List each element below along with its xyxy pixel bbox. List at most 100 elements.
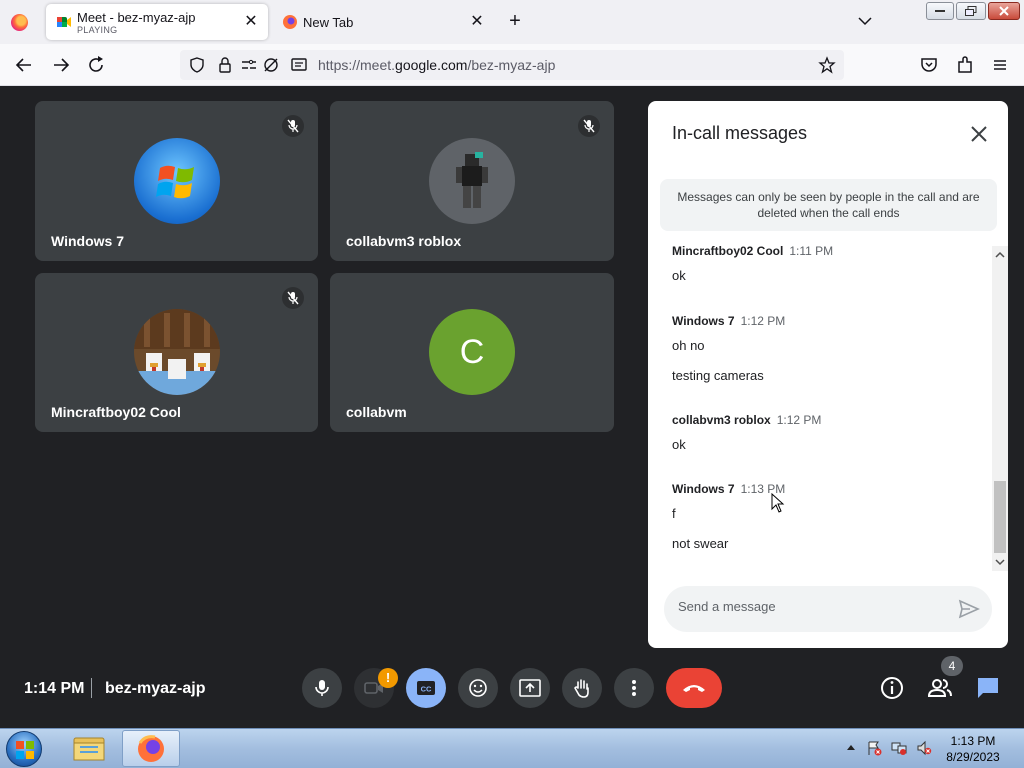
closed-captions-icon: CC	[417, 681, 435, 695]
participant-name: collabvm	[346, 404, 407, 420]
tab-meet[interactable]: Meet - bez-myaz-ajp PLAYING ✕	[46, 4, 268, 40]
people-icon[interactable]	[927, 675, 953, 701]
chat-notice: Messages can only be seen by people in t…	[660, 179, 997, 231]
camera-blocked-icon[interactable]	[262, 56, 280, 74]
message-time: 1:11 PM	[789, 246, 834, 258]
divider	[91, 678, 92, 698]
message-sender: collabvm3 roblox	[672, 413, 771, 427]
minimize-window-button[interactable]	[926, 2, 954, 20]
message-text: f	[672, 506, 676, 521]
in-call-messages-panel: In-call messages Messages can only be se…	[648, 101, 1008, 648]
windows-taskbar: 1:13 PM 8/29/2023	[0, 728, 1024, 768]
taskbar-explorer[interactable]	[60, 730, 118, 767]
captions-button[interactable]: CC	[406, 668, 446, 708]
participant-name: Windows 7	[51, 233, 124, 249]
participant-tile[interactable]: Mincraftboy02 Cool	[35, 273, 318, 432]
close-panel-icon[interactable]	[968, 123, 990, 145]
minimize-icon	[935, 10, 945, 12]
system-clock-date[interactable]: 8/29/2023	[940, 750, 1006, 764]
bookmark-star-icon[interactable]	[818, 56, 836, 74]
reader-mode-icon[interactable]	[290, 56, 308, 74]
send-icon[interactable]	[958, 598, 980, 620]
restore-icon	[965, 6, 977, 16]
windows-logo-avatar	[134, 138, 220, 224]
participant-tile[interactable]: C collabvm	[330, 273, 614, 432]
meet-stage: Windows 7 collabvm3 roblox Mincraftboy02…	[0, 86, 1024, 728]
google-meet-icon	[57, 17, 71, 27]
folder-icon	[73, 737, 105, 761]
message-text: ok	[672, 268, 686, 283]
emoji-icon	[469, 679, 487, 697]
extensions-icon[interactable]	[954, 54, 976, 76]
leave-call-button[interactable]	[666, 668, 722, 708]
meeting-controls-bar: 1:14 PM bez-myaz-ajp ! CC 4	[0, 656, 1024, 728]
close-tab-icon[interactable]: ✕	[242, 13, 260, 31]
panel-title: In-call messages	[672, 123, 808, 143]
tab-title: New Tab	[303, 15, 354, 30]
restore-window-button[interactable]	[956, 2, 986, 20]
close-window-button[interactable]	[988, 2, 1020, 20]
emoji-reaction-button[interactable]	[458, 668, 498, 708]
url-path: /bez-myaz-ajp	[467, 57, 556, 73]
url-bar[interactable]: https://meet.google.com/bez-myaz-ajp	[180, 50, 844, 80]
new-tab-button[interactable]: +	[505, 11, 525, 32]
windows-logo-icon	[16, 741, 34, 759]
tab-title: Meet - bez-myaz-ajp	[77, 10, 196, 25]
menu-hamburger-icon[interactable]	[989, 54, 1011, 76]
pocket-icon[interactable]	[918, 54, 940, 76]
message-list: Mincraftboy02 Cool 1:11 PM ok Windows 7 1:…	[648, 246, 992, 571]
microphone-button[interactable]	[302, 668, 342, 708]
volume-muted-icon[interactable]	[916, 740, 932, 756]
message-input[interactable]	[678, 599, 938, 614]
firefox-icon	[283, 15, 297, 29]
message-time: 1:12 PM	[740, 314, 786, 328]
forward-arrow-icon[interactable]	[50, 54, 72, 76]
present-screen-button[interactable]	[510, 668, 550, 708]
reload-icon[interactable]	[85, 54, 107, 76]
participant-tile[interactable]: Windows 7	[35, 101, 318, 261]
browser-nav-bar: https://meet.google.com/bez-myaz-ajp	[0, 44, 1024, 86]
system-clock-time[interactable]: 1:13 PM	[940, 734, 1006, 748]
message-text: testing cameras	[672, 368, 764, 383]
message-text: ok	[672, 437, 686, 452]
raise-hand-button[interactable]	[562, 668, 602, 708]
url-prefix: https://meet.	[318, 57, 396, 73]
start-button[interactable]	[6, 731, 42, 767]
message-group: Mincraftboy02 Cool 1:11 PM ok	[672, 246, 833, 283]
back-arrow-icon[interactable]	[13, 54, 35, 76]
list-all-tabs-icon[interactable]	[856, 12, 874, 30]
lock-icon[interactable]	[216, 56, 234, 74]
permissions-icon[interactable]	[240, 56, 258, 74]
microphone-icon	[315, 680, 329, 696]
message-scrollbar[interactable]	[992, 246, 1008, 571]
meeting-details-icon[interactable]	[879, 675, 905, 701]
participant-tile[interactable]: collabvm3 roblox	[330, 101, 614, 261]
more-options-button[interactable]	[614, 668, 654, 708]
scrollbar-thumb[interactable]	[994, 481, 1006, 553]
message-group: Windows 7 1:12 PM oh no testing cameras	[672, 312, 785, 383]
tab-playing-label: PLAYING	[77, 25, 118, 35]
show-hidden-icons-icon[interactable]	[846, 743, 856, 753]
muted-mic-icon	[578, 115, 600, 137]
minecraft-avatar	[134, 309, 220, 395]
url-text[interactable]: https://meet.google.com/bez-myaz-ajp	[318, 57, 555, 73]
tab-new-tab[interactable]: New Tab ✕	[272, 4, 494, 40]
taskbar-firefox[interactable]	[122, 730, 180, 767]
scroll-down-icon[interactable]	[995, 557, 1005, 567]
message-sender: Windows 7	[672, 314, 735, 328]
message-time: 1:12 PM	[776, 413, 822, 427]
scroll-up-icon[interactable]	[995, 250, 1005, 260]
meeting-time: 1:14 PM	[24, 680, 85, 697]
network-icon[interactable]	[891, 740, 907, 756]
close-tab-icon[interactable]: ✕	[468, 13, 486, 31]
shield-icon[interactable]	[188, 56, 206, 74]
send-message-box	[664, 586, 992, 632]
initial-avatar: C	[429, 309, 515, 395]
firefox-menu-icon[interactable]	[11, 14, 28, 31]
meeting-code: bez-myaz-ajp	[105, 680, 206, 697]
action-center-flag-icon[interactable]	[866, 740, 882, 756]
chat-icon[interactable]	[975, 675, 1001, 701]
raise-hand-icon	[574, 679, 589, 698]
roblox-avatar	[429, 138, 515, 224]
message-text: not swear	[672, 536, 729, 551]
